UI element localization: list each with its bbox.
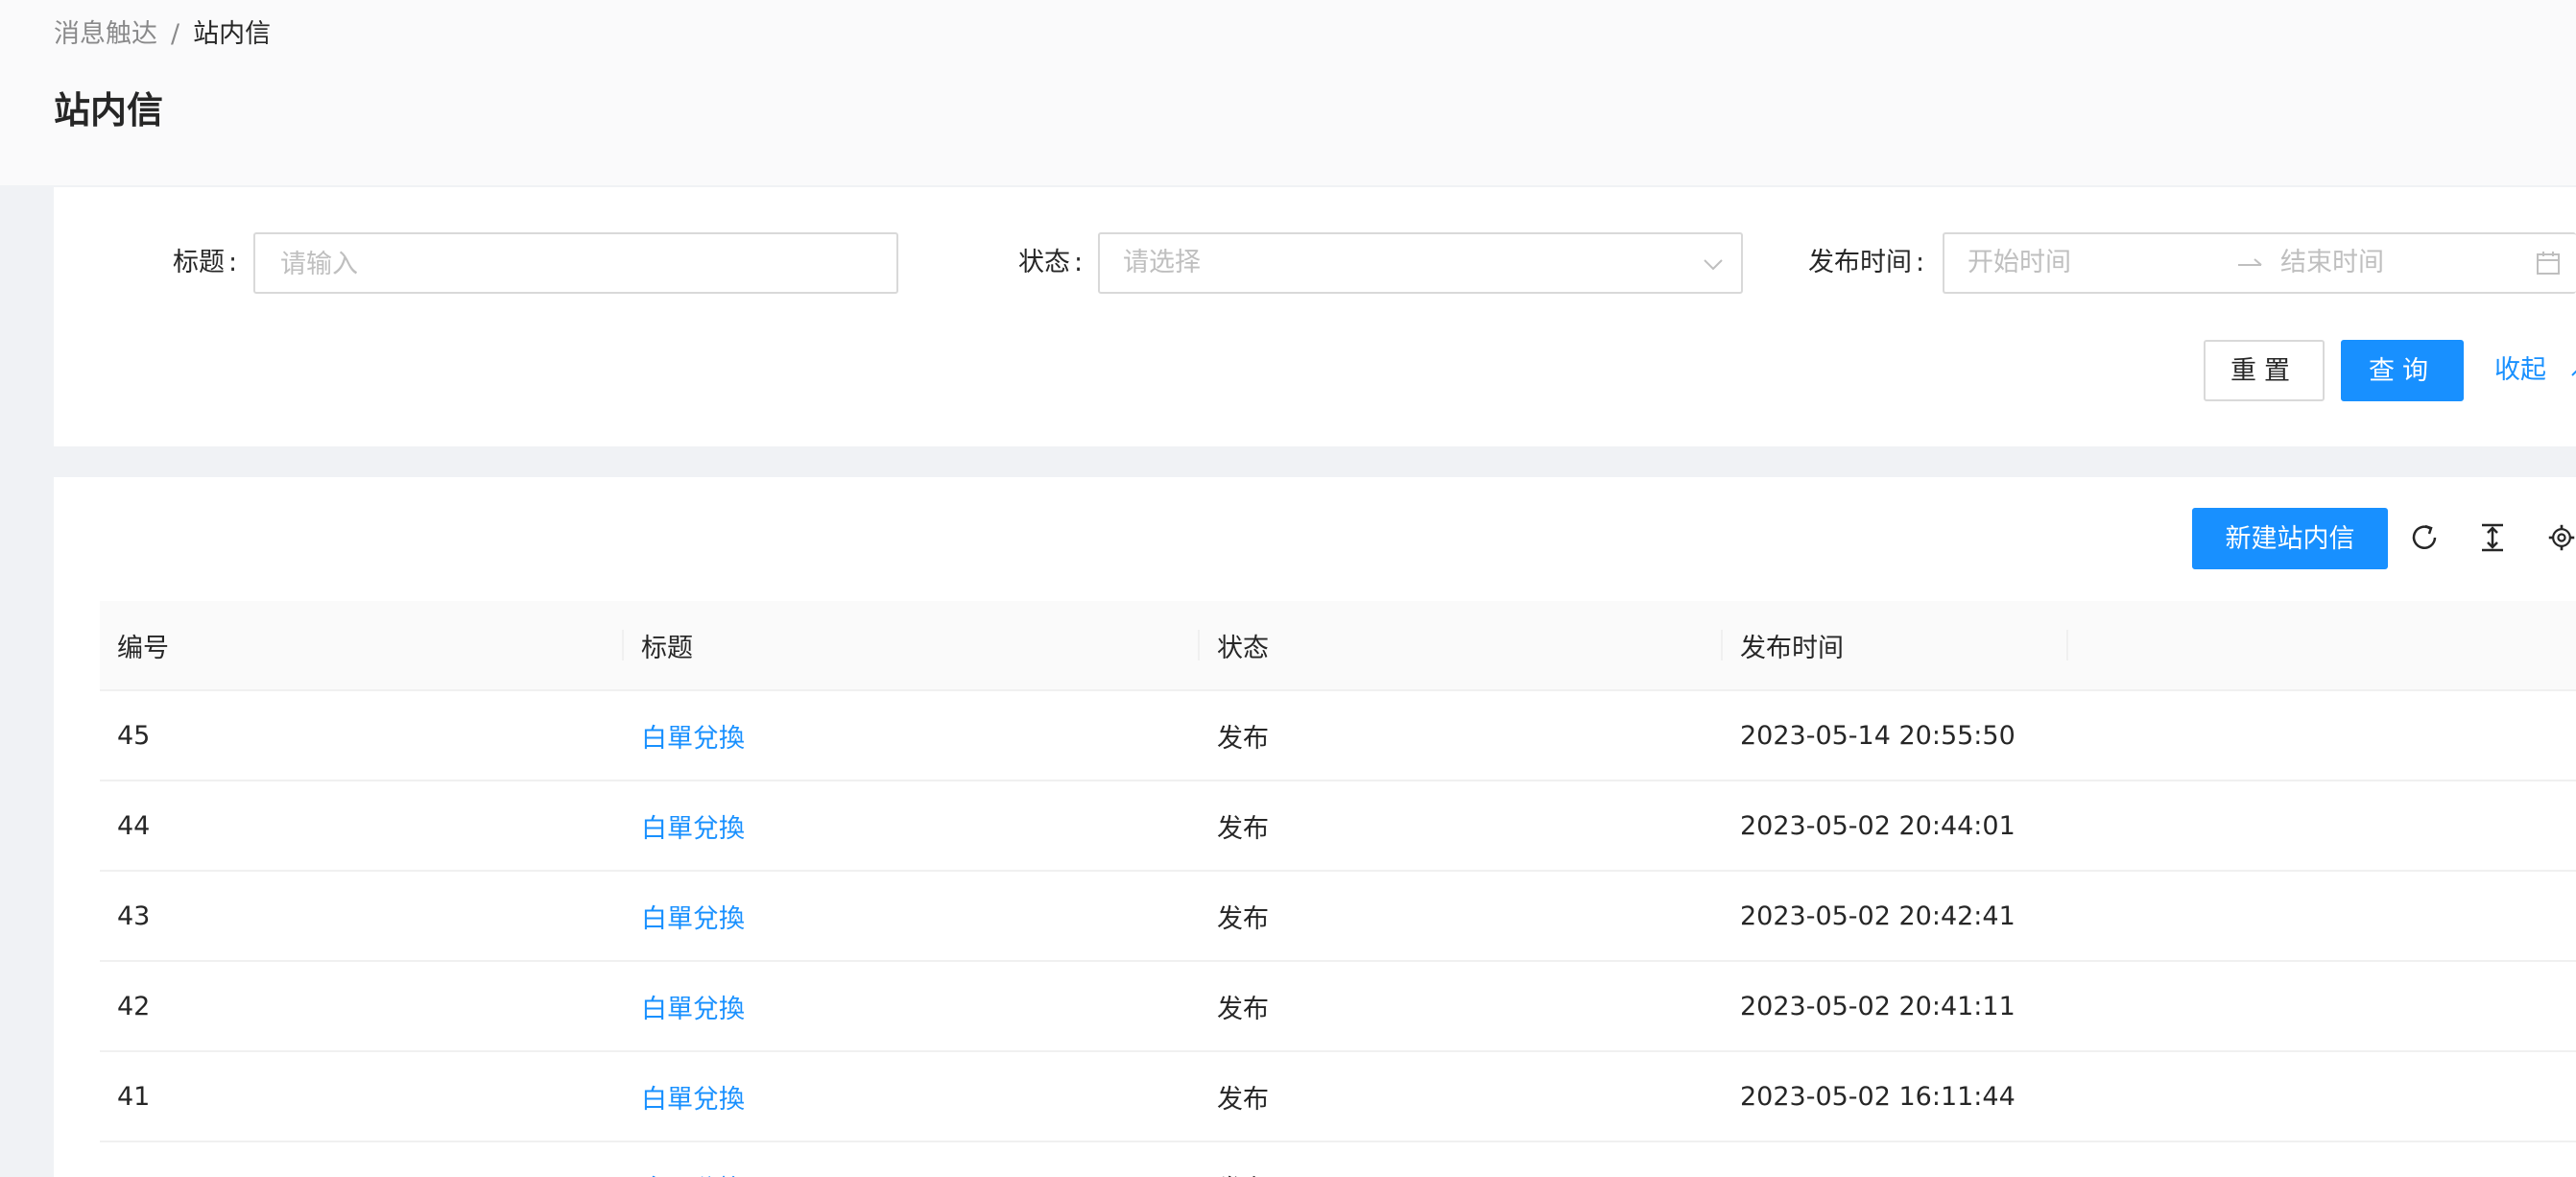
breadcrumb-parent[interactable]: 消息触达 — [54, 19, 157, 49]
table-row: 44 白單兌換 发布 2023-05-02 20:44:01 — [100, 781, 2576, 872]
column-header-actions: 操作 — [2068, 601, 2576, 691]
end-time-input[interactable]: 结束时间 — [2280, 234, 2384, 292]
cell-title-link[interactable]: 白單兌換 — [624, 961, 1200, 1052]
breadcrumb-current: 站内信 — [193, 19, 272, 49]
table-header-row: 编号 标题 状态 发布时间 操作 — [100, 601, 2576, 691]
reset-button[interactable]: 重置 — [2204, 340, 2325, 401]
status-label: 状态: — [1018, 232, 1083, 294]
cell-publish-time: 2023-05-02 16:11:44 — [1723, 1051, 2068, 1142]
publish-time-label-colon: : — [1916, 248, 1925, 277]
cell-actions — [2068, 871, 2576, 962]
title-input-wrapper — [253, 232, 898, 294]
message-table: 编号 标题 状态 发布时间 操作 45 白單兌換 发布 2023-05-14 2… — [100, 601, 2576, 1177]
cell-publish-time: 2023-05-02 20:44:01 — [1723, 781, 2068, 872]
arrow-right-icon — [2238, 258, 2262, 266]
title-label: 标题: — [173, 232, 237, 294]
cell-status: 发布 — [1200, 1141, 1723, 1177]
cell-actions — [2068, 1051, 2576, 1142]
start-time-input[interactable]: 开始时间 — [1968, 234, 2071, 292]
publish-time-label: 发布时间: — [1808, 232, 1924, 294]
cell-id: 42 — [100, 961, 624, 1052]
table-row: 白單兌換 发布 — [100, 1141, 2576, 1177]
table-row: 43 白單兌換 发布 2023-05-02 20:42:41 — [100, 871, 2576, 962]
collapse-link-label: 收起 — [2494, 355, 2546, 385]
status-label-text: 状态 — [1018, 248, 1070, 277]
cell-status: 发布 — [1200, 690, 1723, 781]
chevron-up-icon — [2570, 369, 2576, 376]
publish-time-label-text: 发布时间 — [1808, 248, 1912, 277]
page: 消息触达 / 站内信 站内信 标题: 状态: 请选择 发布时间: 开始时间 — [0, 0, 2576, 1177]
query-button[interactable]: 查询 — [2341, 340, 2464, 401]
cell-title-link[interactable]: 白單兌換 — [624, 690, 1200, 781]
cell-actions — [2068, 961, 2576, 1052]
column-header-title-text: 标题 — [641, 633, 693, 663]
new-message-button[interactable]: 新建站内信 — [2192, 508, 2388, 569]
status-select[interactable]: 请选择 — [1098, 232, 1743, 294]
cell-id: 43 — [100, 871, 624, 962]
page-title: 站内信 — [54, 89, 164, 132]
title-label-text: 标题 — [173, 248, 225, 277]
table-row: 45 白單兌換 发布 2023-05-14 20:55:50 — [100, 690, 2576, 781]
cell-status: 发布 — [1200, 1051, 1723, 1142]
column-header-status: 状态 — [1200, 601, 1723, 691]
cell-publish-time: 2023-05-02 20:42:41 — [1723, 871, 2068, 962]
cell-id: 44 — [100, 781, 624, 872]
cell-title-link[interactable]: 白單兌換 — [624, 781, 1200, 872]
column-header-title: 标题 — [624, 601, 1200, 691]
cell-actions — [2068, 1141, 2576, 1177]
column-header-id: 编号 — [100, 601, 624, 691]
setting-icon[interactable] — [2547, 521, 2576, 554]
cell-publish-time — [1723, 1141, 2068, 1177]
table-row: 42 白單兌換 发布 2023-05-02 20:41:11 — [100, 961, 2576, 1052]
table-card: 新建站内信 编号 标题 状态 发布时间 45 白單兌換 发布 2023-05-1… — [54, 477, 2576, 1177]
collapse-link[interactable]: 收起 — [2494, 340, 2576, 401]
cell-actions — [2068, 781, 2576, 872]
cell-title-link[interactable]: 白單兌換 — [624, 871, 1200, 962]
title-label-colon: : — [228, 248, 238, 277]
breadcrumb-separator: / — [171, 19, 180, 49]
calendar-icon — [2537, 252, 2560, 275]
cell-title-link[interactable]: 白單兌換 — [624, 1051, 1200, 1142]
column-header-status-text: 状态 — [1217, 633, 1269, 663]
status-select-placeholder: 请选择 — [1123, 248, 1201, 277]
cell-status: 发布 — [1200, 961, 1723, 1052]
table-row: 41 白單兌換 发布 2023-05-02 16:11:44 — [100, 1051, 2576, 1142]
chevron-down-icon — [1704, 259, 1723, 271]
cell-title-link[interactable]: 白單兌換 — [624, 1141, 1200, 1177]
column-height-icon[interactable] — [2478, 521, 2507, 554]
column-header-publish-time-text: 发布时间 — [1740, 633, 1844, 663]
column-header-publish-time: 发布时间 — [1723, 601, 2068, 691]
cell-id: 45 — [100, 690, 624, 781]
cell-publish-time: 2023-05-14 20:55:50 — [1723, 690, 2068, 781]
status-label-colon: : — [1074, 248, 1084, 277]
cell-publish-time: 2023-05-02 20:41:11 — [1723, 961, 2068, 1052]
cell-status: 发布 — [1200, 871, 1723, 962]
page-header: 消息触达 / 站内信 站内信 — [0, 0, 2576, 185]
reload-icon[interactable] — [2409, 521, 2442, 554]
cell-status: 发布 — [1200, 781, 1723, 872]
cell-actions — [2068, 690, 2576, 781]
title-input[interactable] — [278, 234, 877, 294]
column-header-id-text: 编号 — [117, 633, 169, 663]
cell-id: 41 — [100, 1051, 624, 1142]
cell-id — [100, 1141, 624, 1177]
breadcrumb: 消息触达 / 站内信 — [54, 17, 271, 52]
date-range-picker[interactable]: 开始时间 结束时间 — [1943, 232, 2576, 294]
search-form: 标题: 状态: 请选择 发布时间: 开始时间 结束时间 — [54, 187, 2576, 446]
